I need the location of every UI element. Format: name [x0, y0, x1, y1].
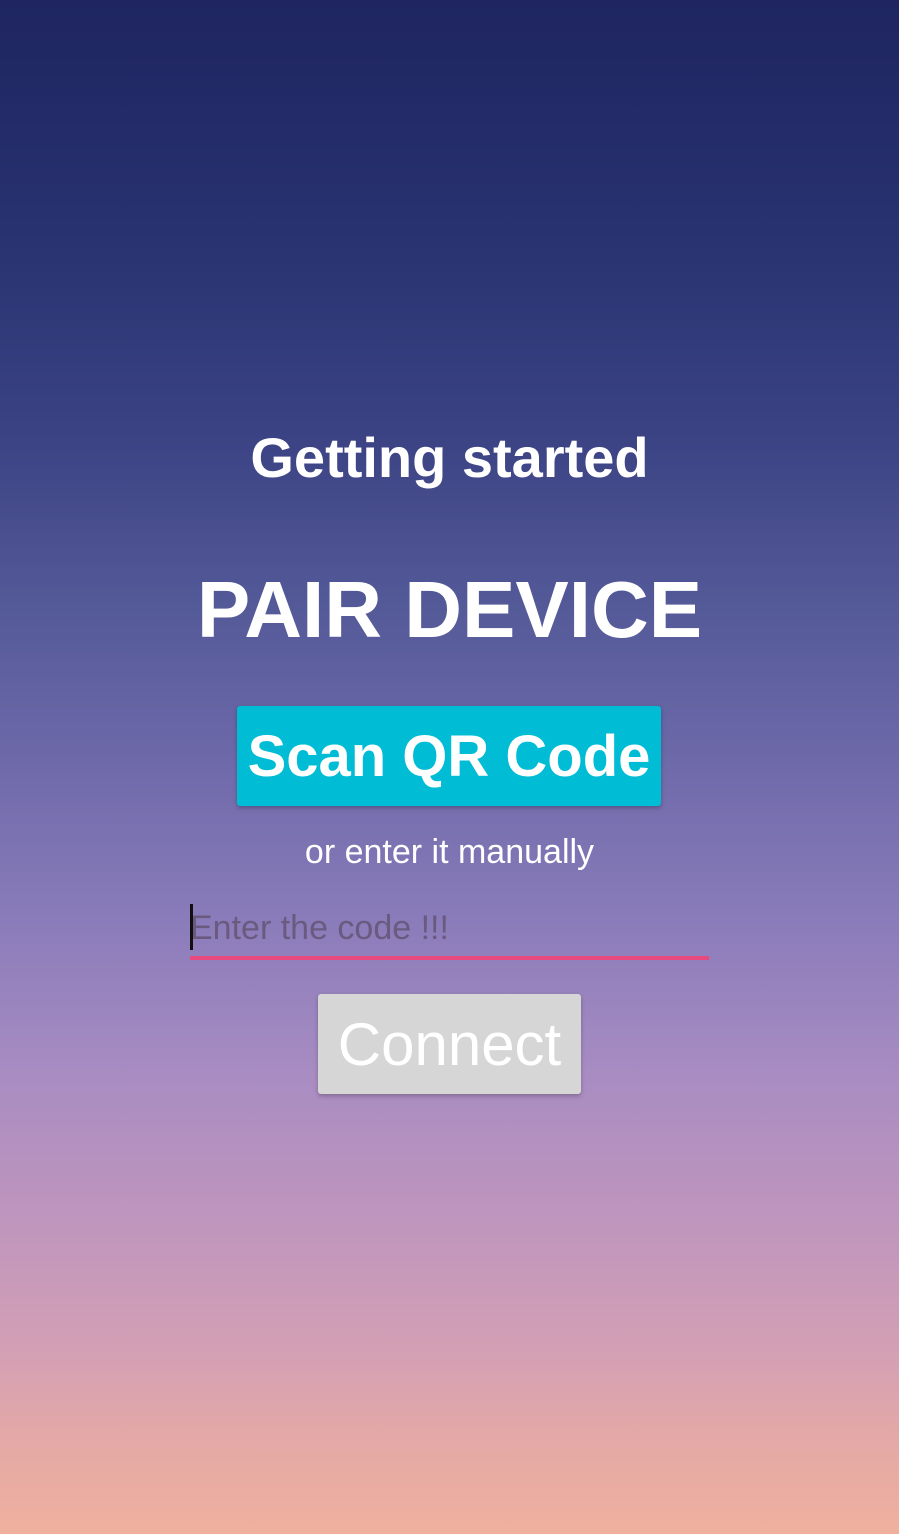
manual-entry-hint: or enter it manually — [304, 833, 595, 871]
code-input[interactable] — [190, 900, 709, 956]
connect-button[interactable]: Connect — [318, 994, 581, 1094]
input-underline — [190, 956, 709, 960]
page-title: PAIR DEVICE — [196, 565, 703, 654]
scan-qr-code-button[interactable]: Scan QR Code — [237, 706, 661, 806]
getting-started-heading: Getting started — [250, 426, 649, 489]
text-cursor — [190, 904, 193, 950]
code-field[interactable] — [190, 900, 709, 962]
pair-device-screen: Getting started PAIR DEVICE Scan QR Code… — [0, 0, 899, 1534]
